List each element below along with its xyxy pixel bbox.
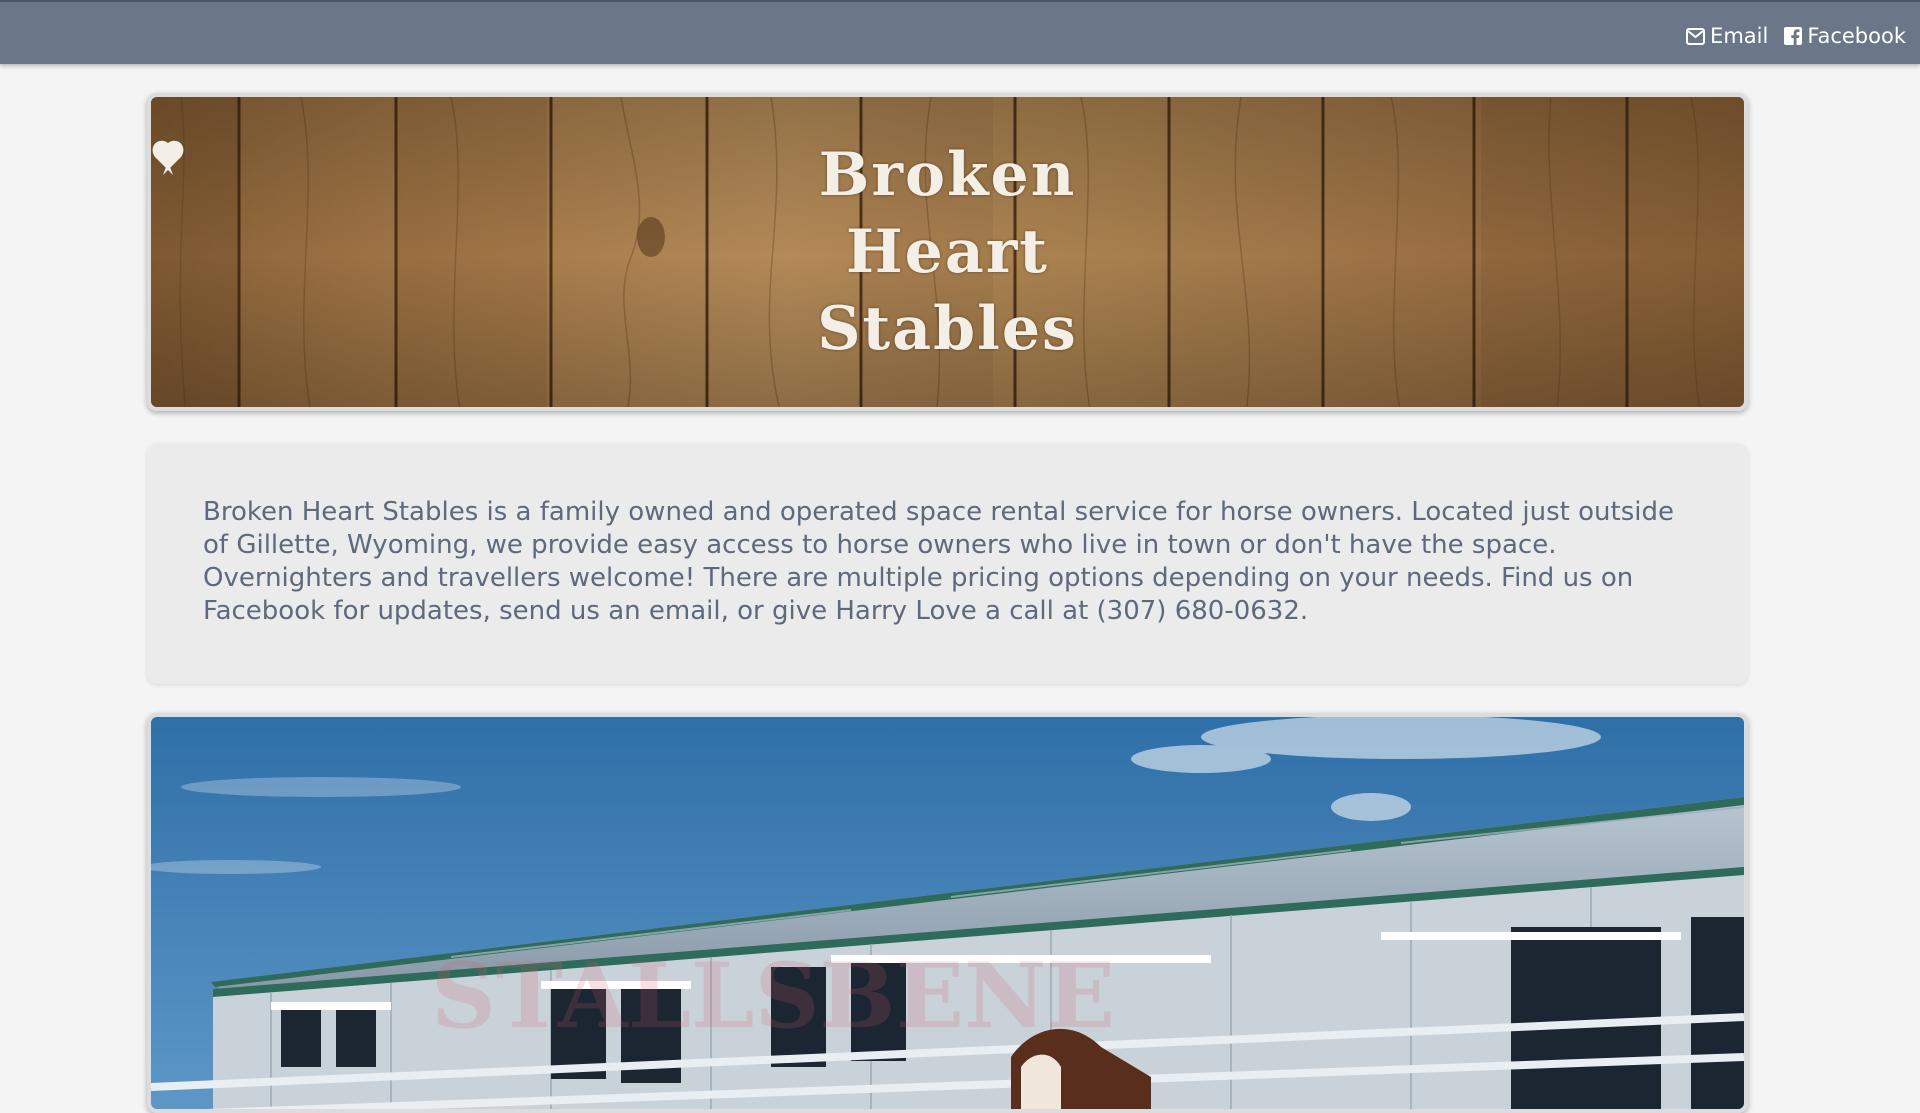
banner-title-line-2: Heart xyxy=(151,140,1744,291)
about-panel: Broken Heart Stables is a family owned a… xyxy=(147,444,1748,684)
social-links: Email Facebook xyxy=(1686,24,1906,48)
about-description: Broken Heart Stables is a family owned a… xyxy=(203,497,1674,626)
envelope-icon xyxy=(1686,27,1706,45)
stable-barn-image: STALLSBENE xyxy=(151,717,1744,1109)
banner-title-line-3: Stables xyxy=(817,294,1078,364)
email-link[interactable]: Email xyxy=(1686,24,1768,48)
facebook-link[interactable]: Facebook xyxy=(1784,24,1906,48)
banner-title-heart-word: Heart xyxy=(845,217,1050,287)
email-link-label: Email xyxy=(1710,24,1769,48)
banner-title-line-1: Broken xyxy=(818,140,1077,210)
top-navigation-bar: Email Facebook xyxy=(0,0,1920,64)
photo-watermark: STALLSBENE xyxy=(431,943,1115,1049)
header-banner: Broken Heart Stables xyxy=(147,93,1748,411)
banner-logo-title: Broken Heart Stables xyxy=(151,137,1744,368)
facebook-icon xyxy=(1784,27,1803,45)
facebook-link-label: Facebook xyxy=(1807,24,1906,48)
stable-photo: STALLSBENE xyxy=(147,713,1748,1113)
